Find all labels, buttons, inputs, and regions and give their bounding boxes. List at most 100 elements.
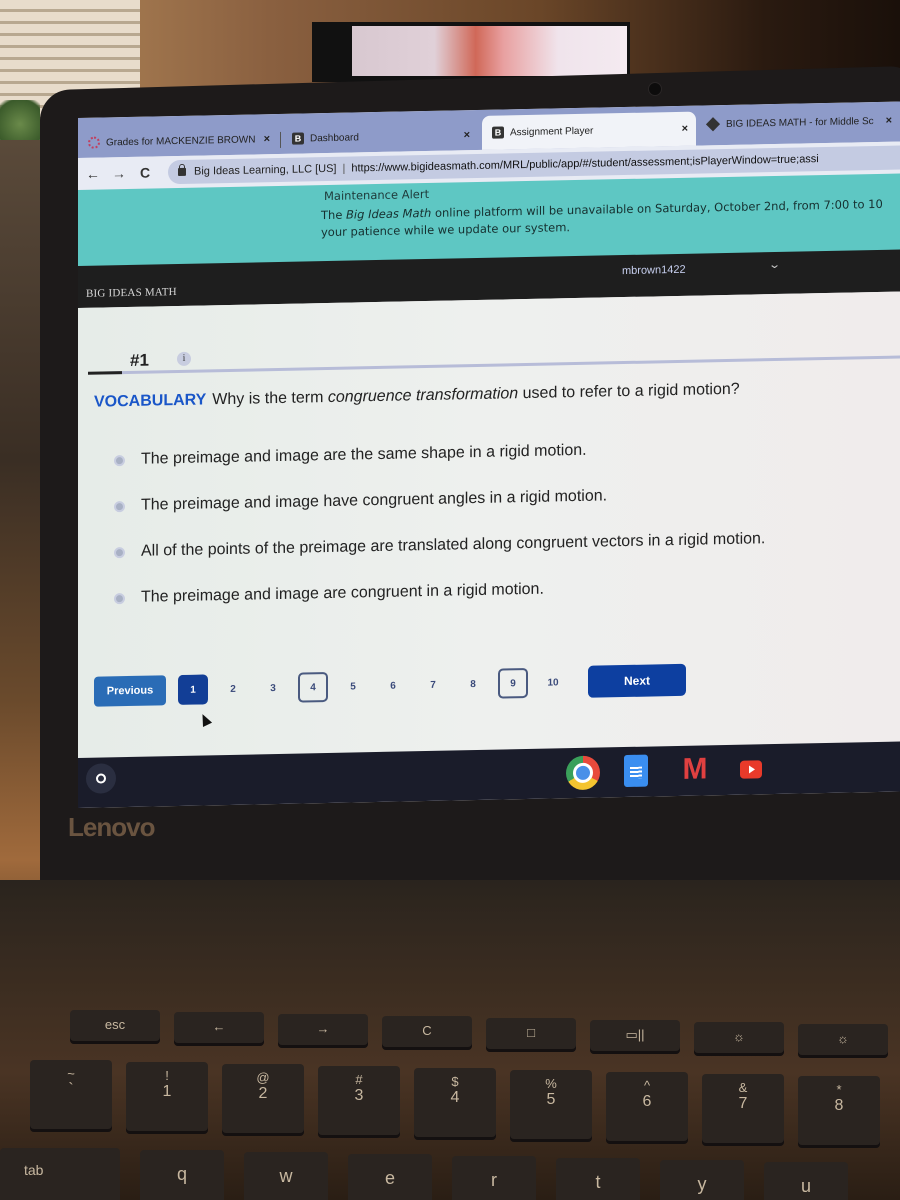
key-w: w bbox=[244, 1152, 328, 1200]
key-shift-glyph: ^ bbox=[643, 1078, 651, 1093]
key-glyph: 1 bbox=[162, 1083, 172, 1100]
page-button-10[interactable]: 10 bbox=[538, 667, 568, 698]
key-shift-glyph: @ bbox=[256, 1070, 270, 1085]
key-3: #3 bbox=[318, 1066, 400, 1138]
tab-assignment-player[interactable]: B Assignment Player × bbox=[482, 111, 696, 150]
next-button[interactable]: Next bbox=[588, 663, 686, 698]
key-4: $4 bbox=[414, 1068, 496, 1140]
banner-text-prefix: The bbox=[321, 207, 347, 223]
key-q: q bbox=[140, 1150, 224, 1200]
page-button-9[interactable]: 9 bbox=[498, 667, 528, 699]
key-`: ~ ` bbox=[30, 1060, 112, 1132]
page-button-8[interactable]: 8 bbox=[458, 669, 488, 700]
key-function-6: ☼ bbox=[694, 1022, 784, 1056]
big-ideas-b-icon: B bbox=[292, 132, 304, 145]
radio-button[interactable] bbox=[114, 592, 125, 604]
key-shift-glyph: $ bbox=[451, 1074, 459, 1089]
key-e: e bbox=[348, 1154, 432, 1200]
chevron-down-icon[interactable]: ⌄ bbox=[768, 258, 781, 271]
tab-big-ideas-math[interactable]: BIG IDEAS MATH - for Middle Sc × bbox=[698, 105, 900, 139]
previous-button[interactable]: Previous bbox=[94, 675, 166, 707]
prompt-term: congruence transformation bbox=[327, 385, 519, 406]
laptop-screen: Grades for MACKENZIE BROWN × B Dashboard… bbox=[78, 101, 900, 808]
forward-button[interactable]: → bbox=[108, 165, 130, 181]
big-ideas-math-icon bbox=[705, 117, 721, 132]
url-text[interactable]: https://www.bigideasmath.com/MRL/public/… bbox=[351, 153, 818, 174]
prompt-text-end: used to refer to a rigid motion? bbox=[518, 380, 740, 403]
tab-dashboard[interactable]: B Dashboard × bbox=[282, 120, 478, 154]
lenovo-logo: Lenovo bbox=[68, 812, 155, 842]
page-button-6[interactable]: 6 bbox=[378, 670, 408, 701]
page-button-3[interactable]: 3 bbox=[258, 673, 288, 704]
key-function-3: C bbox=[382, 1016, 472, 1050]
tab-grades[interactable]: Grades for MACKENZIE BROWN × bbox=[78, 124, 278, 158]
tab-title: Dashboard bbox=[310, 131, 359, 144]
key-glyph: 8 bbox=[834, 1097, 844, 1114]
television bbox=[312, 22, 630, 82]
key-glyph: 4 bbox=[450, 1089, 460, 1106]
question-area: #1 i VOCABULARY Why is the term congruenc… bbox=[78, 291, 900, 758]
lock-icon bbox=[178, 167, 186, 176]
radio-button[interactable] bbox=[114, 546, 125, 558]
choice-text: All of the points of the preimage are tr… bbox=[141, 530, 766, 560]
big-ideas-b-icon: B bbox=[492, 126, 504, 139]
youtube-icon[interactable] bbox=[740, 760, 762, 779]
banner-title: Maintenance Alert bbox=[324, 186, 430, 204]
key-shift-glyph: & bbox=[738, 1080, 748, 1095]
page-button-2[interactable]: 2 bbox=[218, 674, 248, 705]
app-brand: BIG IDEAS MATH bbox=[86, 286, 177, 300]
choice-text: The preimage and image are the same shap… bbox=[141, 441, 587, 468]
key-7: & 7 bbox=[702, 1074, 784, 1146]
launcher-button[interactable] bbox=[86, 763, 116, 794]
page-list: 1 2 3 4 5 6 7 8 9 10 bbox=[166, 667, 568, 705]
chrome-icon[interactable] bbox=[566, 755, 600, 791]
banner-text-line2: your patience while we update our system… bbox=[321, 220, 571, 240]
prompt-text: Why is the term bbox=[212, 388, 328, 409]
page-button-1[interactable]: 1 bbox=[178, 674, 208, 705]
tv-screen bbox=[352, 26, 627, 76]
page-button-5[interactable]: 5 bbox=[338, 671, 368, 702]
info-icon[interactable]: i bbox=[177, 351, 191, 367]
answer-choices: The preimage and image are the same shap… bbox=[114, 424, 765, 621]
close-tab-icon[interactable]: × bbox=[886, 115, 892, 127]
back-button[interactable]: ← bbox=[82, 165, 104, 182]
key-function-2: → bbox=[278, 1014, 368, 1048]
key-glyph: ` bbox=[68, 1081, 74, 1098]
grades-icon bbox=[88, 136, 100, 149]
close-tab-icon[interactable]: × bbox=[682, 123, 688, 135]
key-shift-glyph: ~ bbox=[67, 1066, 75, 1081]
keyboard-deck: esc ← → C □ ▭|| ☼ ☼ ~ `! 1 @2 #3 $4% 5 ^ 6 & 7 * 8 tab q w e r t y u bbox=[0, 880, 900, 1200]
key-6: ^ 6 bbox=[606, 1072, 688, 1144]
choice-text: The preimage and image are congruent in … bbox=[141, 580, 544, 606]
choice-text: The preimage and image have congruent an… bbox=[141, 487, 608, 514]
key-shift-glyph: * bbox=[836, 1082, 842, 1097]
key-r: r bbox=[452, 1156, 536, 1200]
omnibox-separator: | bbox=[342, 162, 346, 175]
close-tab-icon[interactable]: × bbox=[464, 129, 470, 141]
key-shift-glyph: # bbox=[355, 1072, 363, 1087]
user-menu[interactable]: mbrown1422 bbox=[622, 264, 686, 277]
key-glyph: 3 bbox=[354, 1087, 364, 1104]
close-tab-icon[interactable]: × bbox=[264, 133, 270, 145]
key-u: u bbox=[764, 1162, 848, 1200]
key-shift-glyph: ! bbox=[165, 1068, 169, 1083]
radio-button[interactable] bbox=[114, 454, 125, 466]
page-button-7[interactable]: 7 bbox=[418, 670, 448, 701]
key-function-7: ☼ bbox=[798, 1024, 888, 1058]
key-function-4: □ bbox=[486, 1018, 576, 1052]
key-esc: esc bbox=[70, 1010, 160, 1044]
key-glyph: 6 bbox=[642, 1093, 652, 1110]
key-glyph: 2 bbox=[258, 1085, 268, 1102]
radio-button[interactable] bbox=[114, 500, 125, 512]
key-1: ! 1 bbox=[126, 1062, 208, 1134]
question-label: VOCABULARY bbox=[94, 391, 207, 411]
key-function-1: ← bbox=[174, 1012, 264, 1046]
reload-button[interactable]: C bbox=[134, 164, 156, 181]
banner-text-product: Big Ideas Math bbox=[346, 205, 432, 222]
google-docs-icon[interactable] bbox=[624, 754, 648, 788]
page-button-4[interactable]: 4 bbox=[298, 671, 328, 703]
gmail-icon[interactable]: M bbox=[676, 752, 714, 786]
key-2: @2 bbox=[222, 1064, 304, 1136]
question-prompt: VOCABULARY Why is the term congruence tra… bbox=[94, 381, 740, 412]
question-divider bbox=[104, 355, 900, 375]
